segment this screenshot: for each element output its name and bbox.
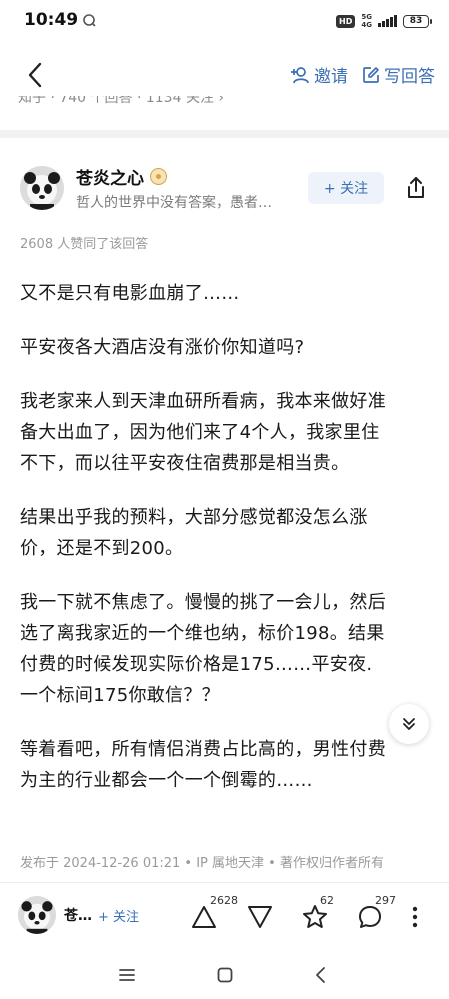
star-icon — [303, 905, 327, 928]
section-divider — [0, 130, 449, 138]
network-bottom-label: 4G — [361, 21, 372, 29]
panda-avatar-icon — [20, 166, 64, 210]
answer-line: 又不是只有电影血崩了…… — [20, 283, 240, 304]
share-button[interactable] — [402, 174, 430, 202]
downvote-triangle-icon — [248, 906, 272, 928]
mini-author[interactable]: 苍… + 关注 — [18, 894, 158, 936]
invite-label: 邀请 — [314, 67, 348, 87]
expand-button[interactable] — [389, 704, 429, 744]
double-chevron-down-icon — [403, 718, 415, 730]
mini-author-name: 苍… — [64, 908, 92, 924]
answer-body: 又不是只有电影血崩了…… 平安夜各大酒店没有涨价你知道吗? 我老家来人到天津血研… — [20, 278, 430, 819]
hd-badge: HD — [336, 14, 356, 28]
author-name-line: 苍炎之心 — [76, 164, 167, 189]
answer-meta: 发布于 2024-12-26 01:21 • IP 属地天津 • 著作权归作者所… — [20, 856, 384, 871]
answer-paragraph: 我一下就不焦虑了。慢慢的挑了一会儿，然后 选了离我家近的一个维也纳，标价198。… — [20, 587, 430, 711]
author-row: 苍炎之心 哲人的世界中没有答案，愚者… + 关注 — [0, 152, 449, 222]
answer-line: 一个标间175你敢信？？ — [20, 685, 220, 706]
home-button[interactable] — [210, 960, 240, 990]
comment-count: 297 — [375, 894, 396, 907]
signal-icon — [378, 15, 397, 27]
downvote-button[interactable] — [243, 900, 277, 934]
answer-line: 不下，而以往平安夜住宿费那是相当贵。 — [20, 453, 350, 474]
avatar[interactable] — [20, 166, 64, 210]
battery-icon: 83 — [403, 14, 432, 28]
action-bar: 苍… + 关注 2628 62 297 — [0, 886, 449, 946]
upvote-summary: 2608 人赞同了该回答 — [20, 237, 149, 252]
answer-line: 我一下就不焦虑了。慢慢的挑了一会儿，然后 — [20, 592, 386, 613]
panda-avatar-icon — [18, 896, 56, 934]
avatar[interactable] — [18, 896, 56, 934]
more-button[interactable] — [400, 900, 430, 934]
more-dots-icon — [412, 906, 418, 928]
share-icon — [408, 177, 424, 198]
upvote-triangle-icon — [192, 906, 216, 928]
answer-paragraph: 平安夜各大酒店没有涨价你知道吗? — [20, 332, 430, 363]
answer-paragraph: 结果出乎我的预料，大部分感觉都没怎么涨 价，还是不到200。 — [20, 502, 430, 564]
notification-icon — [83, 14, 96, 27]
answer-paragraph: 我老家来人到天津血研所看病，我本来做好准 备大出血了，因为他们来了4个人，我家里… — [20, 386, 430, 479]
answer-line: 选了离我家近的一个维也纳，标价198。结果 — [20, 623, 385, 644]
mini-follow-button[interactable]: + 关注 — [98, 906, 139, 925]
medal-icon — [150, 168, 167, 185]
write-answer-label: 写回答 — [384, 67, 435, 87]
answer-line: 结果出乎我的预料，大部分感觉都没怎么涨 — [20, 507, 368, 528]
status-indicators: HD 5G 4G 83 — [336, 12, 432, 30]
edit-icon — [363, 66, 379, 83]
bottom-divider — [0, 882, 449, 883]
answer-line: 付费的时候发现实际价格是175……平安夜. — [20, 654, 373, 675]
answer-line: 备大出血了，因为他们来了4个人，我家里住 — [20, 422, 380, 443]
author-name[interactable]: 苍炎之心 — [76, 164, 144, 189]
comment-icon — [359, 906, 381, 928]
answer-line: 平安夜各大酒店没有涨价你知道吗? — [20, 337, 305, 358]
upvote-count: 2628 — [210, 894, 238, 907]
answer-line: 价，还是不到200。 — [20, 538, 184, 559]
answer-paragraph: 又不是只有电影血崩了…… — [20, 278, 430, 309]
follow-button[interactable]: + 关注 — [308, 172, 384, 204]
answer-line: 等着看吧，所有情侣消费占比高的，男性付费 — [20, 739, 386, 760]
nav-bar: 邀请 写回答 — [0, 52, 449, 98]
home-square-icon — [217, 967, 233, 983]
add-user-icon — [291, 66, 309, 83]
nav-actions: 邀请 写回答 — [290, 62, 435, 87]
status-time: 10:49 — [24, 10, 79, 30]
system-back-button[interactable] — [306, 960, 336, 990]
network-top-label: 5G — [361, 13, 372, 21]
menu-lines-icon — [119, 969, 135, 981]
write-answer-button[interactable]: 写回答 — [362, 62, 435, 87]
system-nav-bar — [0, 950, 449, 999]
back-arrow-icon — [28, 62, 42, 88]
network-label: 5G 4G — [361, 13, 372, 29]
battery-level: 83 — [409, 16, 423, 26]
favorite-count: 62 — [320, 894, 334, 907]
author-bio: 哲人的世界中没有答案，愚者… — [76, 195, 272, 211]
invite-button[interactable]: 邀请 — [290, 62, 348, 87]
question-stats[interactable]: 知乎 · 740 个回答 · 1134 关注 › — [18, 96, 224, 110]
status-bar: 10:49 HD 5G 4G 83 — [0, 0, 449, 44]
chevron-left-icon — [316, 967, 325, 983]
answer-line: 为主的行业都会一个一个倒霉的…… — [20, 770, 313, 791]
recent-apps-button[interactable] — [112, 960, 142, 990]
answer-paragraph: 等着看吧，所有情侣消费占比高的，男性付费 为主的行业都会一个一个倒霉的…… — [20, 734, 430, 796]
answer-line: 我老家来人到天津血研所看病，我本来做好准 — [20, 391, 386, 412]
back-button[interactable] — [20, 58, 50, 92]
